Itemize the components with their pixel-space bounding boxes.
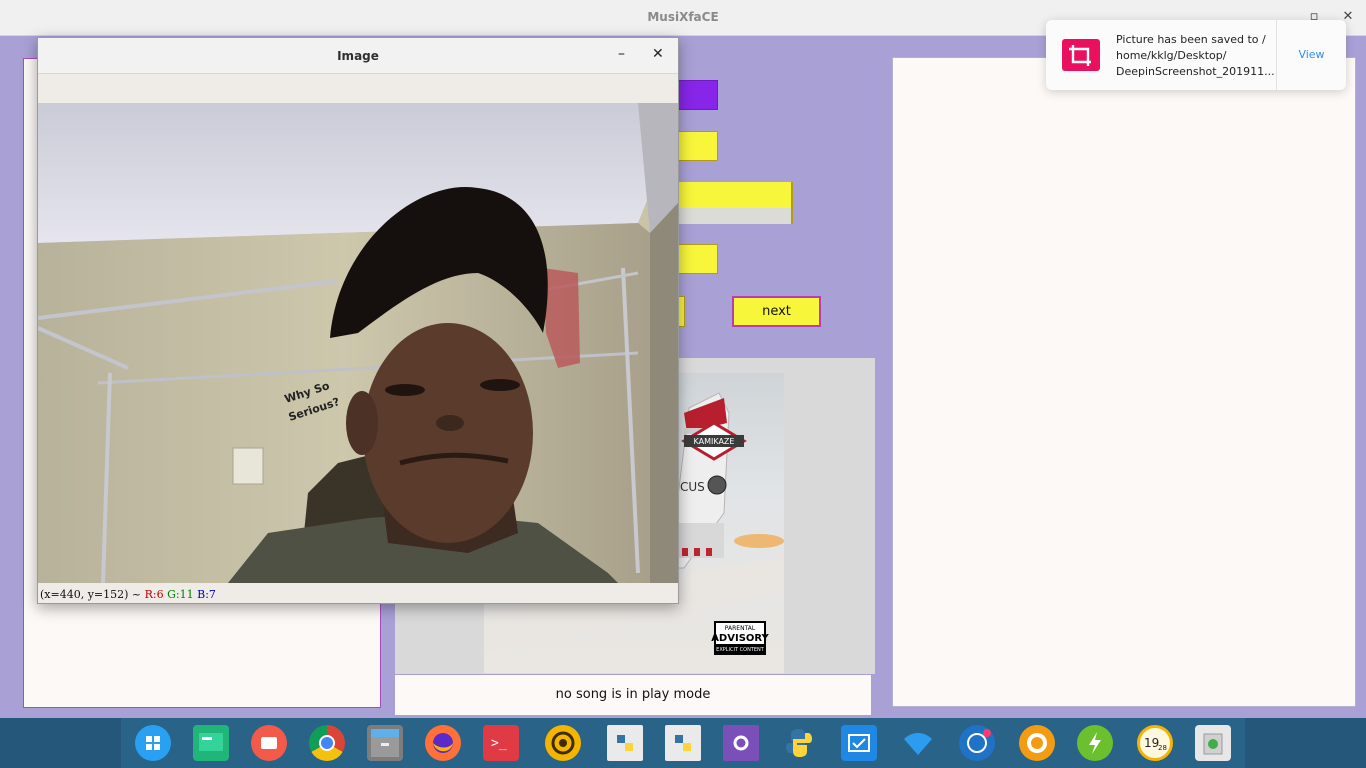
settings-file-icon[interactable] xyxy=(723,725,759,761)
view-button[interactable]: View xyxy=(1277,20,1346,90)
notification-line2: home/kklg/Desktop/ xyxy=(1116,49,1227,62)
file-manager-icon[interactable] xyxy=(367,725,403,761)
updater-icon[interactable] xyxy=(841,725,877,761)
image-window-titlebar[interactable]: Image – ✕ xyxy=(38,38,678,74)
wifi-icon[interactable] xyxy=(900,725,936,761)
advisory-line2: ADVISORY xyxy=(711,633,769,644)
power-icon[interactable] xyxy=(1077,725,1113,761)
clock-icon[interactable]: 19 28 xyxy=(1137,725,1173,761)
image-window[interactable]: Image – ✕ Why So Serious? (x=440, y=152)… xyxy=(37,37,679,604)
advisory-line1: PARENTAL xyxy=(725,625,756,632)
pixel-coords: (x=440, y=152) ~ xyxy=(40,588,142,601)
minimize-icon[interactable]: – xyxy=(618,46,625,62)
image-window-title: Image xyxy=(337,49,379,63)
screenshot-notification: Picture has been saved to / home/kklg/De… xyxy=(1046,20,1346,90)
progress-field[interactable] xyxy=(676,182,793,224)
webcam-frame[interactable]: Why So Serious? xyxy=(38,103,678,583)
close-icon[interactable]: ✕ xyxy=(652,46,664,62)
control-button-1[interactable] xyxy=(676,131,718,161)
notification-line1: Picture has been saved to / xyxy=(1116,33,1266,46)
pixel-r: R:6 xyxy=(144,588,164,601)
pixel-readout: (x=440, y=152) ~ R:6 G:11 B:7 xyxy=(40,588,216,601)
deepin-icon[interactable] xyxy=(959,725,995,761)
pixel-b: B:7 xyxy=(197,588,216,601)
purple-button[interactable] xyxy=(676,80,718,110)
python-icon[interactable] xyxy=(781,725,817,761)
desktop-icon[interactable] xyxy=(193,725,229,761)
album-partial-text: CUS xyxy=(680,480,705,494)
terminal-icon[interactable]: >_ xyxy=(483,725,519,761)
trash-icon[interactable] xyxy=(1195,725,1231,761)
album-badge-text: KAMIKAZE xyxy=(694,437,735,446)
playlist-panel xyxy=(892,57,1356,707)
next-button[interactable]: next xyxy=(732,296,821,327)
image-window-toolbar xyxy=(38,75,678,103)
browser-icon[interactable] xyxy=(1019,725,1055,761)
python-file-icon[interactable] xyxy=(607,725,643,761)
screen-recorder-icon[interactable] xyxy=(251,725,287,761)
firefox-icon[interactable] xyxy=(425,725,461,761)
notification-line3: DeepinScreenshot_201911... xyxy=(1116,65,1274,78)
crop-icon xyxy=(1062,39,1100,71)
python-file-icon-2[interactable] xyxy=(665,725,701,761)
clock-hour: 19 xyxy=(1144,736,1159,750)
chrome-icon[interactable] xyxy=(309,725,345,761)
notification-message: Picture has been saved to / home/kklg/De… xyxy=(1116,32,1274,80)
launcher-icon[interactable] xyxy=(135,725,171,761)
pixel-g: G:11 xyxy=(167,588,194,601)
terminal-glyph: >_ xyxy=(491,736,507,751)
control-button-2[interactable] xyxy=(676,244,718,274)
advisory-line3: EXPLICIT CONTENT xyxy=(716,647,765,653)
clock-minute: 28 xyxy=(1158,744,1167,752)
sync-icon[interactable] xyxy=(545,725,581,761)
status-text: no song is in play mode xyxy=(395,675,871,715)
